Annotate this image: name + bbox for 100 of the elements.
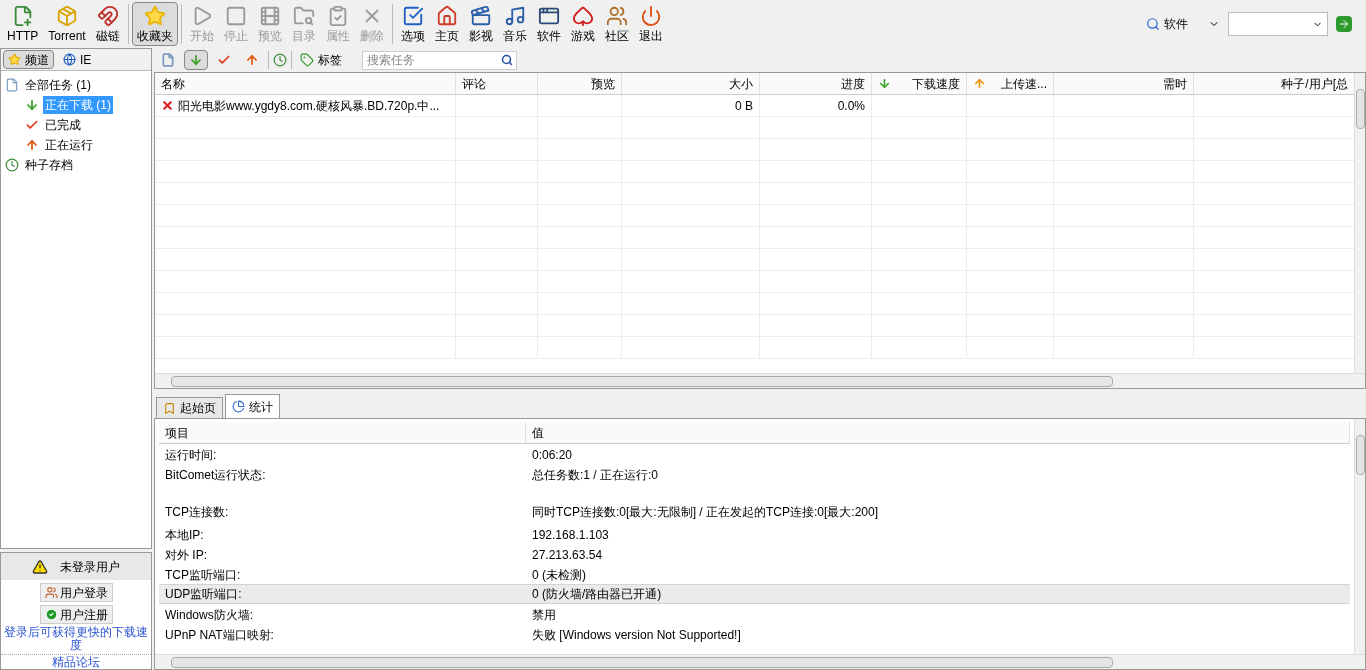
stat-label: Windows防火墙:	[164, 607, 254, 624]
horizontal-scrollbar[interactable]	[155, 373, 1365, 388]
user-button[interactable]: 用户注册	[39, 605, 113, 624]
bookmark-icon	[163, 401, 176, 415]
page-icon	[161, 53, 175, 67]
page-icon	[5, 78, 19, 92]
sidebar-tab[interactable]: 频道	[3, 50, 54, 69]
stat-value: 192.168.1.103	[531, 527, 610, 544]
tree-item[interactable]: 已完成	[43, 116, 83, 134]
user-button[interactable]: 用户登录	[39, 583, 113, 602]
tag-button[interactable]: 标签	[296, 51, 346, 69]
column-header[interactable]: 项目	[159, 422, 526, 443]
stats-row[interactable]: 运行时间: 0:06:20	[159, 444, 1350, 464]
stats-row[interactable]: UDP监听端口: 0 (防火墙/路由器已开通)	[159, 584, 1350, 604]
toolbar-button[interactable]: 磁链	[90, 2, 125, 46]
table-cell-text: 0.0%	[837, 97, 865, 115]
checkbox-icon	[401, 5, 424, 27]
stat-value: 同时TCP连接数:0[最大:无限制] / 正在发起的TCP连接:0[最大:200]	[531, 504, 880, 521]
warning-icon	[32, 558, 48, 575]
star-icon	[143, 5, 166, 27]
stat-value: 27.213.63.54	[531, 547, 604, 564]
stats-row[interactable]: TCP连接数: 同时TCP连接数:0[最大:无限制] / 正在发起的TCP连接:0[最大:200]	[159, 484, 1350, 524]
column-header[interactable]: 值	[526, 422, 1350, 443]
film-icon	[258, 5, 281, 27]
stats-row[interactable]: UPnP NAT端口映射: 失败 [Windows version Not Supported!]	[159, 624, 1350, 644]
film-icon	[469, 5, 492, 27]
stats-row[interactable]: BitComet运行状态: 总任务数:1 / 正在运行:0	[159, 464, 1350, 484]
stat-value: 禁用	[531, 607, 557, 624]
tree-item[interactable]: 正在运行	[43, 136, 95, 154]
stat-value: 失败 [Windows version Not Supported!]	[531, 627, 742, 644]
column-header[interactable]: 进度	[760, 73, 872, 94]
toolbar-button[interactable]: 退出	[633, 2, 668, 46]
stats-row[interactable]: Windows防火墙: 禁用	[159, 604, 1350, 624]
checkmark-icon	[25, 118, 39, 132]
panel-tab[interactable]: 起始页	[156, 397, 223, 418]
stats-row[interactable]: 本地IP: 192.168.1.103	[159, 524, 1350, 544]
stat-label: BitComet运行状态:	[164, 467, 267, 484]
music-note-icon	[503, 5, 526, 27]
filter-button[interactable]	[184, 50, 208, 70]
horizontal-scrollbar[interactable]	[155, 654, 1365, 669]
stats-row[interactable]: TCP监听端口: 0 (未检测)	[159, 564, 1350, 584]
toolbar-button[interactable]: 软件	[531, 2, 566, 46]
toolbar-button[interactable]: 选项	[395, 2, 430, 46]
user-link[interactable]: 登录后可获得更快的下载速度	[1, 626, 151, 655]
pie-chart-icon	[232, 400, 245, 413]
column-header[interactable]: 需时	[1054, 73, 1194, 94]
home-icon	[435, 5, 458, 27]
stat-label: TCP监听端口:	[164, 567, 242, 584]
sidebar-tab[interactable]: IE	[58, 50, 97, 69]
panel-tab[interactable]: 统计	[225, 394, 280, 418]
arrow-right-icon	[1338, 18, 1350, 30]
search-engine-button[interactable]: 软件	[1146, 15, 1188, 33]
stat-value: 总任务数:1 / 正在运行:0	[531, 467, 660, 484]
go-button[interactable]	[1336, 16, 1352, 32]
user-status: 未登录用户	[60, 558, 120, 576]
toolbar-button[interactable]: HTTP	[2, 2, 44, 46]
tree-item[interactable]: 种子存档	[23, 156, 75, 174]
column-header[interactable]: 预览	[538, 73, 622, 94]
checkmark-icon	[217, 53, 231, 67]
folder-search-icon	[292, 5, 315, 27]
user-link[interactable]: 精品论坛	[50, 656, 102, 669]
column-header[interactable]: 大小	[622, 73, 760, 94]
stat-label: 本地IP:	[164, 527, 205, 544]
stat-label: UDP监听端口:	[164, 586, 243, 603]
clock-icon	[5, 158, 19, 172]
check-circle-icon	[44, 608, 58, 621]
vertical-scrollbar[interactable]	[1354, 73, 1365, 373]
stats-row[interactable]: 对外 IP: 27.213.63.54	[159, 544, 1350, 564]
search-icon	[1146, 17, 1160, 31]
search-icon	[501, 53, 513, 66]
up-arrow-icon	[25, 138, 39, 152]
magnet-icon	[96, 5, 119, 27]
down-arrow-icon	[25, 98, 39, 112]
column-header[interactable]: 下载速度	[872, 73, 967, 94]
clock-icon[interactable]	[273, 53, 287, 67]
column-header[interactable]: 评论	[456, 73, 538, 94]
tree-item[interactable]: 全部任务 (1)	[23, 76, 93, 94]
toolbar-button[interactable]: 社区	[599, 2, 634, 46]
column-header[interactable]: 上传速...	[967, 73, 1054, 94]
stat-label: TCP连接数:	[164, 504, 230, 521]
stat-value: 0 (未检测)	[531, 567, 587, 584]
vertical-scrollbar[interactable]	[1354, 419, 1365, 654]
toolbar-button[interactable]: 收藏夹	[131, 2, 178, 46]
stat-value: 0 (防火墙/路由器已开通)	[531, 586, 663, 603]
toolbar-button[interactable]: 音乐	[497, 2, 532, 46]
up-arrow-icon	[973, 77, 986, 90]
search-combo-box[interactable]	[1228, 12, 1328, 36]
toolbar-button[interactable]: 主页	[429, 2, 464, 46]
column-header[interactable]: 名称	[155, 73, 456, 94]
task-search-field[interactable]: 搜索任务	[362, 50, 517, 70]
down-arrow-icon	[878, 77, 891, 90]
package-icon	[56, 5, 78, 27]
stop-icon	[224, 5, 247, 27]
toolbar-button[interactable]: 影视	[463, 2, 498, 46]
stat-value: 0:06:20	[531, 447, 574, 464]
toolbar-button[interactable]: Torrent	[43, 2, 91, 46]
toolbar-button[interactable]: 游戏	[565, 2, 600, 46]
table-cell-text: 阳光电影www.ygdy8.com.硬核风暴.BD.720p.中...	[178, 97, 440, 115]
stat-label: 运行时间:	[164, 447, 218, 464]
tag-icon	[300, 53, 314, 67]
